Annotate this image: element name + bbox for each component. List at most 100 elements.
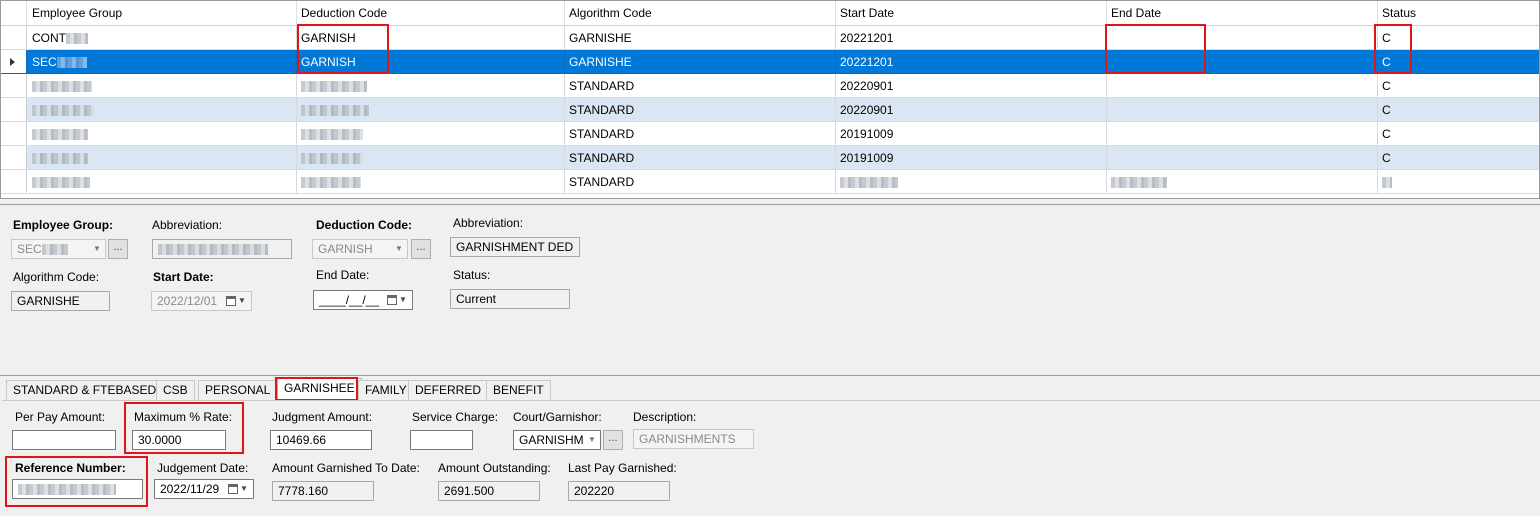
col-algorithm-code[interactable]: Algorithm Code [565, 1, 836, 25]
cell-start-date: 20220901 [836, 74, 1107, 98]
per-pay-amount-label: Per Pay Amount: [15, 410, 106, 424]
last-pay-garnished-label: Last Pay Garnished: [568, 461, 677, 475]
deductions-grid[interactable]: Employee Group Deduction Code Algorithm … [0, 0, 1540, 199]
judgement-date-picker[interactable]: 2022/11/29 ▼ [154, 479, 254, 499]
table-row[interactable]: STANDARD 20220901 C [1, 98, 1539, 122]
start-date-picker[interactable]: 2022/12/01 ▼ [151, 291, 252, 311]
redacted-text [1382, 177, 1392, 189]
calendar-icon [226, 296, 237, 306]
amount-garnished-to-date-label: Amount Garnished To Date: [272, 461, 420, 475]
cell-employee-group: SEC [32, 55, 57, 69]
employee-group-lookup-button[interactable]: ... [108, 239, 128, 259]
calendar-icon [228, 484, 239, 494]
table-row[interactable]: STANDARD [1, 170, 1539, 194]
redacted-text [1111, 177, 1167, 189]
deduction-code-lookup-button[interactable]: ... [411, 239, 431, 259]
amount-outstanding-label: Amount Outstanding: [438, 461, 551, 475]
table-row[interactable]: STANDARD 20191009 C [1, 122, 1539, 146]
end-date-label: End Date: [316, 268, 370, 282]
court-garnishor-combo[interactable]: GARNISHM ▼ [513, 430, 601, 450]
chevron-down-icon: ▼ [238, 296, 246, 305]
cell-deduction-code: GARNISH [297, 26, 565, 50]
tab-garnishee[interactable]: GARNISHEE [277, 378, 362, 401]
calendar-icon [387, 295, 398, 305]
judgment-amount-label: Judgment Amount: [272, 410, 373, 424]
cell-end-date [1107, 26, 1378, 50]
detail-panel: Employee Group: SEC ▼ ... Abbreviation: … [0, 204, 1540, 376]
redacted-text [32, 129, 88, 141]
cell-start-date: 20221201 [836, 26, 1107, 50]
cell-status: C [1378, 122, 1539, 146]
tab-benefit[interactable]: BENEFIT [486, 380, 551, 401]
tab-standard-ftebased[interactable]: STANDARD & FTEBASED [6, 380, 164, 401]
col-start-date[interactable]: Start Date [836, 1, 1107, 25]
chevron-down-icon: ▼ [240, 484, 248, 493]
cell-deduction-code: GARNISH [297, 50, 565, 74]
maximum-rate-input[interactable]: 30.0000 [132, 430, 226, 450]
redacted-text [301, 105, 369, 117]
reference-number-input[interactable] [12, 479, 143, 499]
header-indicator [1, 1, 27, 25]
table-row[interactable]: STANDARD 20191009 C [1, 146, 1539, 170]
abbreviation-label: Abbreviation: [453, 216, 524, 230]
chevron-down-icon: ▼ [588, 435, 596, 444]
end-date-picker[interactable]: ____/__/__ ▼ [313, 290, 413, 310]
grid-header: Employee Group Deduction Code Algorithm … [1, 1, 1539, 26]
cell-end-date [1107, 50, 1378, 74]
cell-start-date: 20221201 [836, 50, 1107, 74]
col-employee-group[interactable]: Employee Group [28, 1, 297, 25]
judgement-date-label: Judgement Date: [157, 461, 249, 475]
cell-status: C [1378, 50, 1539, 74]
tab-strip: STANDARD & FTEBASED CSB PERSONAL GARNISH… [6, 377, 1540, 401]
redacted-text [301, 177, 361, 189]
deduction-code-label: Deduction Code: [316, 218, 412, 232]
court-garnishor-label: Court/Garnishor: [513, 410, 602, 424]
tab-personal[interactable]: PERSONAL [198, 380, 278, 401]
chevron-down-icon: ▼ [399, 295, 407, 304]
redacted-text [66, 33, 88, 45]
algorithm-code-label: Algorithm Code: [13, 270, 100, 284]
employee-group-combo[interactable]: SEC ▼ [11, 239, 106, 259]
tab-deferred[interactable]: DEFERRED [408, 380, 489, 401]
cell-end-date [1107, 146, 1378, 170]
judgment-amount-input[interactable]: 10469.66 [270, 430, 372, 450]
col-status[interactable]: Status [1378, 1, 1539, 25]
amount-outstanding-field: 2691.500 [438, 481, 540, 501]
table-row[interactable]: STANDARD 20220901 C [1, 74, 1539, 98]
redacted-text [301, 81, 367, 93]
tab-family[interactable]: FAMILY [358, 380, 414, 401]
cell-start-date: 20191009 [836, 122, 1107, 146]
service-charge-input[interactable] [410, 430, 473, 450]
col-end-date[interactable]: End Date [1107, 1, 1378, 25]
redacted-text [158, 244, 268, 256]
chevron-down-icon: ▼ [395, 244, 403, 253]
amount-garnished-to-date-field: 7778.160 [272, 481, 374, 501]
court-garnishor-lookup-button[interactable]: ... [603, 430, 623, 450]
deduction-code-combo[interactable]: GARNISH ▼ [312, 239, 408, 259]
per-pay-amount-input[interactable] [12, 430, 116, 450]
tab-csb[interactable]: CSB [156, 380, 195, 401]
col-deduction-code[interactable]: Deduction Code [297, 1, 565, 25]
table-row-selected[interactable]: SEC GARNISH GARNISHE 20221201 C [1, 50, 1539, 74]
status-field: Current [450, 289, 570, 309]
garnishee-tab-panel: Per Pay Amount: Maximum % Rate: 30.0000 … [2, 400, 1540, 516]
table-row[interactable]: CONT GARNISH GARNISHE 20221201 C [1, 26, 1539, 50]
service-charge-label: Service Charge: [412, 410, 499, 424]
cell-algorithm-code: GARNISHE [565, 50, 836, 74]
last-pay-garnished-field: 202220 [568, 481, 670, 501]
cell-status: C [1378, 74, 1539, 98]
cell-algorithm-code: STANDARD [565, 146, 836, 170]
cell-start-date: 20220901 [836, 98, 1107, 122]
redacted-text [840, 177, 898, 189]
chevron-down-icon: ▼ [93, 244, 101, 253]
algorithm-code-field: GARNISHE [11, 291, 110, 311]
cell-algorithm-code: STANDARD [565, 74, 836, 98]
cell-end-date [1107, 98, 1378, 122]
cell-start-date: 20191009 [836, 146, 1107, 170]
redacted-text [41, 244, 68, 256]
abbreviation-field [152, 239, 292, 259]
cell-employee-group: CONT [32, 31, 66, 45]
redacted-text [18, 484, 116, 496]
description-label: Description: [633, 410, 697, 424]
redacted-text [32, 81, 92, 93]
